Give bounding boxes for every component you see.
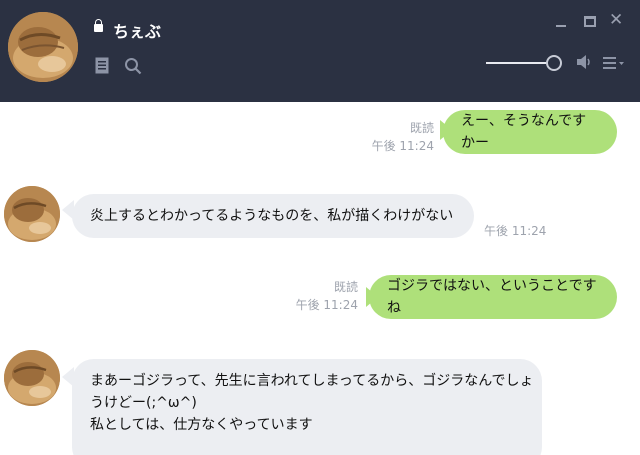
volume-slider[interactable] <box>486 62 554 64</box>
chat-header: ちぇぶ ✕ <box>0 0 640 102</box>
chat-message-list[interactable]: 既読 午後 11:24 えー、そうなんですかー 炎上するとわかってるようなものを… <box>0 102 640 455</box>
message-time: 午後 11:24 <box>484 224 547 238</box>
message-time: 午後 11:24 <box>371 139 434 153</box>
message-text: 炎上するとわかってるようなものを、私が描くわけがない <box>90 208 454 224</box>
message-text-line: うけどー(;^ω^) <box>90 395 197 411</box>
message-meta: 既読 午後 11:24 <box>352 119 434 155</box>
lock-icon <box>94 19 103 32</box>
read-receipt: 既読 <box>333 280 358 294</box>
note-icon[interactable] <box>95 57 109 74</box>
close-icon[interactable]: ✕ <box>609 12 623 29</box>
contact-avatar-small[interactable] <box>4 186 60 242</box>
search-icon[interactable] <box>124 57 142 75</box>
read-receipt: 既読 <box>409 121 434 135</box>
message-bubble-received[interactable]: 炎上するとわかってるようなものを、私が描くわけがない <box>72 194 474 238</box>
message-bubble-received[interactable]: まあーゴジラって、先生に言われてしまってるから、ゴジラなんでしょ うけどー(;^… <box>72 359 542 455</box>
contact-avatar[interactable] <box>8 12 78 82</box>
message-bubble-sent[interactable]: えー、そうなんですかー <box>443 110 617 154</box>
message-text-line: まあーゴジラって、先生に言われてしまってるから、ゴジラなんでしょ <box>90 373 534 389</box>
maximize-icon[interactable] <box>584 16 596 27</box>
speaker-icon[interactable] <box>576 54 592 70</box>
contact-avatar-small[interactable] <box>4 350 60 406</box>
message-text: えー、そうなんですかー <box>461 113 587 151</box>
contact-name: ちぇぶ <box>113 22 162 41</box>
menu-icon[interactable] <box>603 56 625 70</box>
minimize-icon[interactable] <box>556 25 566 27</box>
message-time: 午後 11:24 <box>295 298 358 312</box>
message-text-line: 私としては、仕方なくやっています <box>90 417 313 433</box>
message-bubble-sent[interactable]: ゴジラではない、ということですね <box>369 275 617 319</box>
message-text: ゴジラではない、ということですね <box>387 278 597 316</box>
volume-slider-fill <box>486 62 549 64</box>
message-meta: 既読 午後 11:24 <box>278 278 358 314</box>
volume-slider-handle[interactable] <box>546 55 562 71</box>
